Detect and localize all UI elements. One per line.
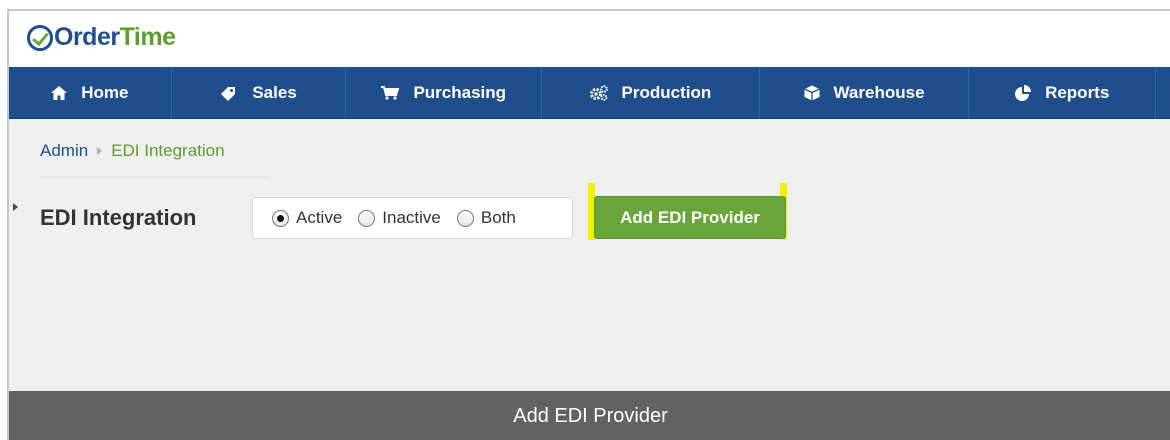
nav-item-label: Warehouse [833, 83, 925, 102]
nav-item-label: Reports [1045, 83, 1110, 102]
app-window: Order Time Home Sales Purchasing Product… [7, 9, 1170, 440]
nav-item-production[interactable]: Production [542, 67, 760, 119]
nav-item-label: Production [621, 83, 712, 102]
radio-inactive[interactable] [358, 209, 376, 227]
nav-item-label: Purchasing [413, 83, 507, 102]
tutorial-caption: Add EDI Provider [9, 391, 1170, 440]
cart-icon [381, 86, 400, 100]
breadcrumb-current: EDI Integration [111, 141, 225, 160]
gears-icon [589, 85, 608, 101]
nav-item-home[interactable]: Home [9, 67, 172, 119]
page-title: EDI Integration [40, 205, 197, 230]
radio-label: Inactive [382, 208, 441, 227]
radio-label: Active [296, 208, 343, 227]
radio-label: Both [480, 208, 516, 227]
breadcrumb-divider [40, 177, 270, 178]
sidebar-expand-icon[interactable] [13, 203, 18, 211]
nav-item-label: Home [81, 83, 129, 102]
add-edi-provider-button[interactable]: Add EDI Provider [594, 196, 786, 239]
nav-item-reports[interactable]: Reports [969, 67, 1157, 119]
pie-chart-icon [1015, 85, 1032, 101]
app-header: Order Time [9, 11, 1170, 67]
breadcrumb-link-admin[interactable]: Admin [40, 141, 88, 161]
logo-text-order: Order [54, 23, 120, 51]
nav-item-overflow[interactable] [1156, 67, 1170, 119]
nav-item-label: Sales [252, 83, 297, 102]
breadcrumb: Admin EDI Integration [40, 141, 225, 161]
orderTime-logo[interactable]: Order Time [27, 23, 176, 52]
tag-icon [220, 86, 238, 101]
home-icon [51, 86, 68, 100]
status-option-both[interactable]: Both [456, 208, 516, 228]
status-filter: Active Inactive Both [252, 197, 573, 239]
logo-check-icon [27, 24, 53, 51]
radio-both[interactable] [456, 209, 474, 227]
nav-item-warehouse[interactable]: Warehouse [760, 67, 970, 119]
main-nav: Home Sales Purchasing Production Warehou… [9, 67, 1170, 119]
breadcrumb-separator-icon [97, 147, 103, 155]
radio-active[interactable] [272, 209, 289, 227]
status-option-inactive[interactable]: Inactive [358, 208, 441, 228]
logo-text-time: Time [119, 23, 176, 51]
status-option-active[interactable]: Active [272, 208, 342, 228]
nav-item-sales[interactable]: Sales [172, 67, 347, 119]
nav-item-purchasing[interactable]: Purchasing [346, 67, 543, 119]
box-icon [803, 85, 820, 101]
